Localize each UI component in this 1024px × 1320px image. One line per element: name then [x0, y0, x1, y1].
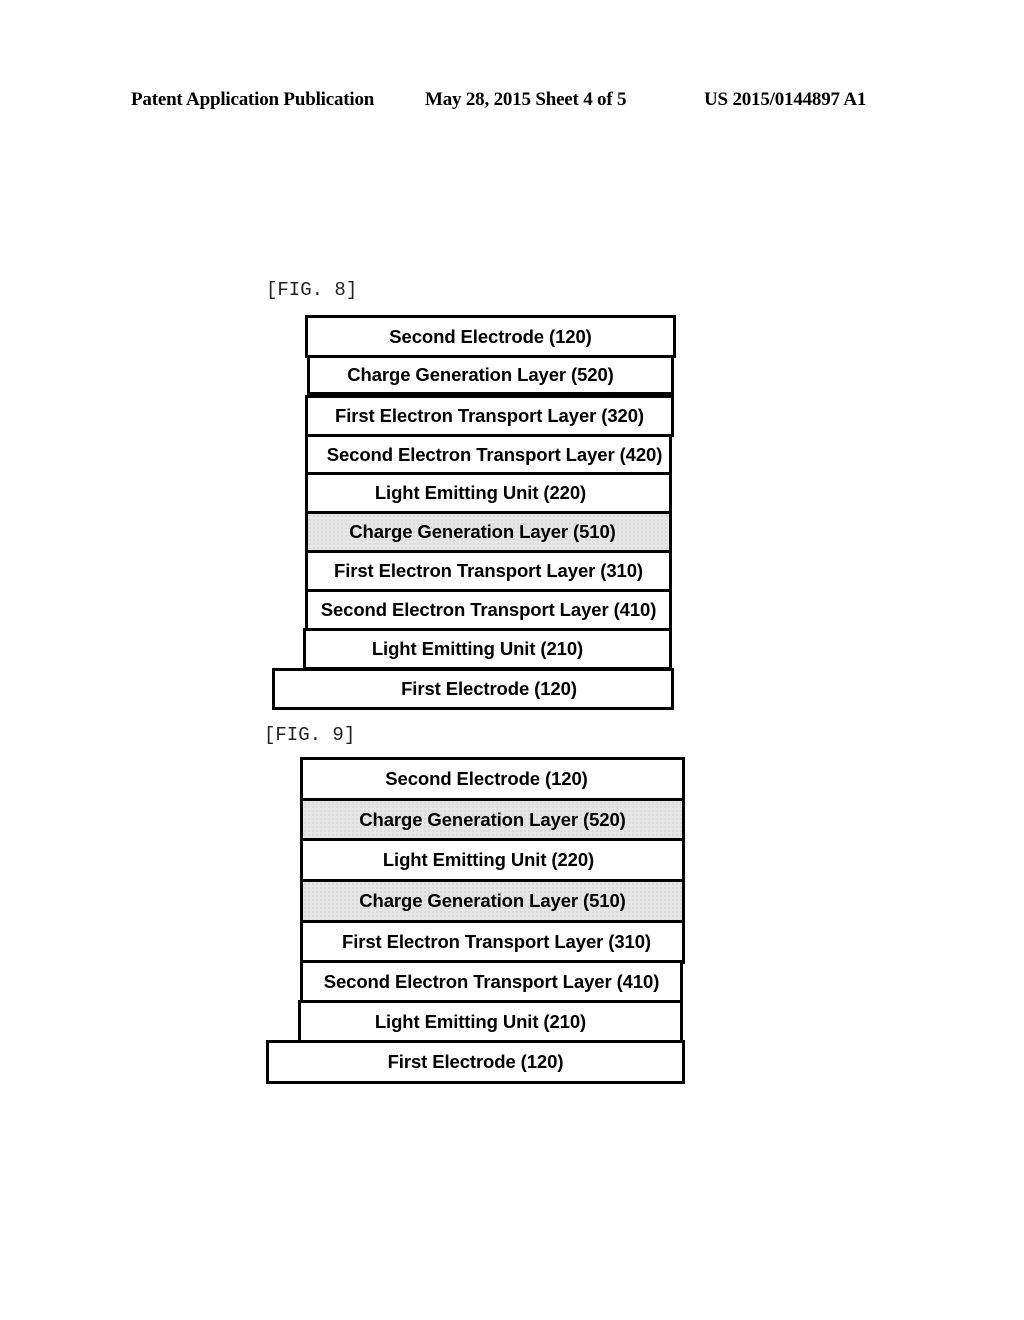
publication-date-sheet: May 28, 2015 Sheet 4 of 5	[425, 89, 627, 110]
fig9-layer: First Electrode (120)	[266, 1040, 685, 1084]
publication-title: Patent Application Publication	[131, 89, 375, 110]
fig8-layer: Second Electron Transport Layer (420)	[305, 434, 672, 475]
fig8-layer-label: Second Electrode (120)	[389, 325, 592, 347]
fig9-layer-label: Charge Generation Layer (520)	[359, 809, 626, 830]
publication-number: US 2015/0144897 A1	[704, 89, 867, 110]
fig9-layer-label: Charge Generation Layer (510)	[359, 890, 626, 911]
fig9-label: [FIG. 9]	[264, 724, 356, 746]
fig8-layer-label: Second Electron Transport Layer (410)	[320, 599, 657, 620]
fig9-layer: Second Electron Transport Layer (410)	[300, 960, 683, 1003]
fig9-layer-label: First Electron Transport Layer (310)	[342, 931, 651, 952]
fig9-layer: Light Emitting Unit (210)	[298, 1000, 683, 1044]
fig8-layer-label: Light Emitting Unit (220)	[374, 482, 587, 503]
fig9-layer-label: Second Electrode (120)	[385, 768, 588, 789]
fig8-layer: Second Electrode (120)	[305, 315, 676, 358]
fig9-layer: Charge Generation Layer (520)	[300, 798, 685, 842]
fig8-layer: First Electron Transport Layer (320)	[305, 395, 674, 437]
fig9-layer-label: First Electrode (120)	[387, 1051, 564, 1072]
fig8-layer-label: Charge Generation Layer (520)	[347, 364, 614, 385]
fig9-layer: Charge Generation Layer (510)	[300, 879, 685, 923]
fig8-layer: Light Emitting Unit (210)	[303, 628, 672, 670]
fig8-layer-label: Second Electron Transport Layer (420)	[326, 443, 663, 465]
fig9-layer-label: Light Emitting Unit (210)	[374, 1011, 587, 1032]
fig8-label: [FIG. 8]	[266, 279, 358, 301]
fig8-layer-label: First Electron Transport Layer (310)	[334, 560, 643, 581]
fig9-layer: Light Emitting Unit (220)	[300, 838, 685, 882]
fig8-layer-label: First Electrode (120)	[401, 678, 577, 699]
fig9-layer-label: Light Emitting Unit (220)	[382, 849, 595, 870]
fig8-layer: Charge Generation Layer (520)	[307, 355, 674, 395]
fig8-layer: Light Emitting Unit (220)	[305, 472, 672, 514]
fig8-layer: Charge Generation Layer (510)	[305, 511, 672, 553]
fig8-layer-label: Charge Generation Layer (510)	[349, 521, 616, 542]
fig8-layer: First Electrode (120)	[272, 668, 674, 710]
fig9-layer: First Electron Transport Layer (310)	[300, 920, 685, 964]
fig8-layer-label: Light Emitting Unit (210)	[371, 638, 584, 659]
fig8-layer: First Electron Transport Layer (310)	[305, 550, 672, 592]
fig8-layer-label: First Electron Transport Layer (320)	[335, 405, 644, 426]
fig8-layer: Second Electron Transport Layer (410)	[305, 589, 672, 631]
fig9-layer: Second Electrode (120)	[300, 757, 685, 801]
fig9-layer-label: Second Electron Transport Layer (410)	[323, 970, 660, 992]
